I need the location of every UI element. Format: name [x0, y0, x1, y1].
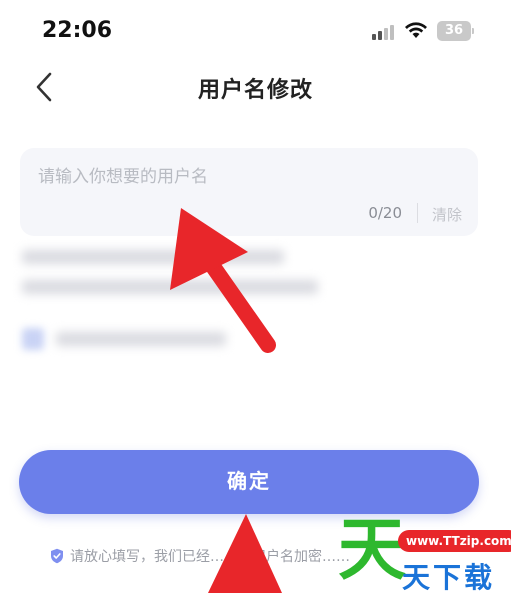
- page-title: 用户名修改: [197, 78, 313, 103]
- privacy-text: 请放心填写，我们已经……的用户名加密……: [70, 549, 350, 565]
- nav-bar: 用户名修改: [0, 62, 511, 114]
- blurred-checkbox: [22, 328, 44, 350]
- counter-divider: [417, 203, 418, 223]
- confirm-button[interactable]: 确定: [19, 450, 479, 514]
- blurred-hint-line: [22, 280, 318, 294]
- wifi-icon: [405, 22, 427, 38]
- site-watermark: 天 www.TTzip.com 天下载: [338, 516, 511, 593]
- privacy-note: 请放心填写，我们已经……的用户名加密……: [50, 546, 350, 566]
- char-counter: 0/20: [368, 204, 402, 222]
- shield-check-icon: [51, 548, 63, 564]
- username-input-card: 0/20 清除: [20, 148, 478, 236]
- clear-button[interactable]: 清除: [432, 204, 462, 225]
- battery-icon: 36: [437, 21, 474, 41]
- username-input[interactable]: [38, 162, 458, 192]
- blurred-hint-line: [22, 250, 284, 264]
- cellular-signal-icon: [372, 24, 398, 40]
- watermark-brand: 天下载: [402, 561, 496, 593]
- watermark-main-char: 天: [338, 511, 407, 590]
- status-time: 22:06: [42, 18, 113, 43]
- status-bar: 22:06 36: [0, 0, 511, 62]
- watermark-url: www.TTzip.com: [398, 530, 511, 552]
- blurred-hint-line: [56, 332, 226, 346]
